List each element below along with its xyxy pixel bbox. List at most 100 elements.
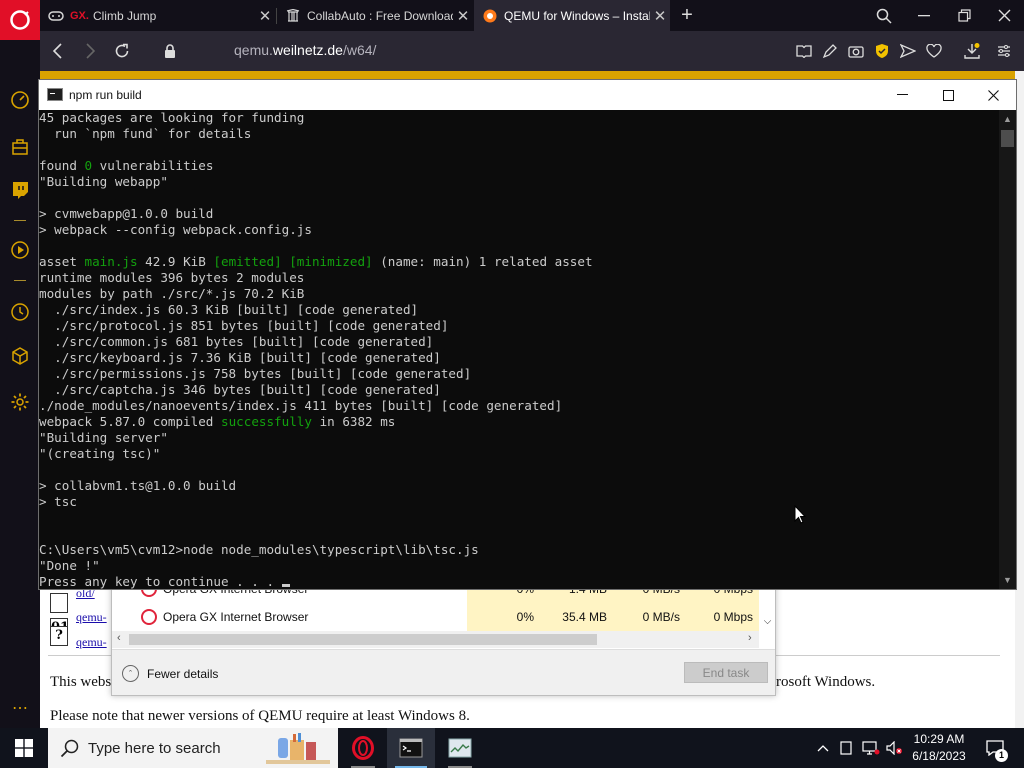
- console-scrollbar[interactable]: ▲ ▼: [999, 110, 1016, 589]
- console-line: Press any key to continue . . .: [39, 574, 999, 589]
- end-task-button[interactable]: End task: [684, 662, 768, 683]
- taskbar-clock[interactable]: 10:29 AM 6/18/2023: [906, 731, 972, 765]
- process-row[interactable]: Opera GX Internet Browser 0% 35.4 MB 0 M…: [112, 603, 759, 631]
- console-minimize-button[interactable]: [879, 80, 925, 110]
- desktop: 01 ? old/ qemu- qemu- This webs rosoft W…: [0, 0, 1024, 768]
- close-tab-icon[interactable]: ✕: [255, 7, 275, 25]
- scroll-right-icon[interactable]: ›: [748, 632, 752, 644]
- taskbar-console-icon[interactable]: [387, 728, 435, 768]
- volume-muted-icon[interactable]: [884, 728, 906, 768]
- horizontal-scrollbar[interactable]: ‹ ›: [112, 631, 759, 648]
- link-qemu-1[interactable]: qemu-: [76, 610, 107, 625]
- more-icon[interactable]: ⋯: [8, 696, 32, 720]
- console-line: "Building webapp": [39, 174, 168, 189]
- console-output[interactable]: 45 packages are looking for funding run …: [39, 110, 999, 589]
- bag-icon[interactable]: [8, 134, 32, 158]
- sidebar-divider: [14, 280, 26, 281]
- console-line: 45 packages are looking for funding: [39, 110, 305, 125]
- new-tab-button[interactable]: +: [676, 2, 698, 29]
- search-tabs-icon[interactable]: [864, 0, 904, 31]
- opera-icon: [141, 609, 157, 625]
- text-cursor: [281, 584, 290, 587]
- taskbar-opera-gx-icon[interactable]: [339, 728, 387, 768]
- opera-gx-menu-button[interactable]: [0, 0, 40, 40]
- reader-icon[interactable]: [794, 41, 814, 61]
- tab-title: QEMU for Windows – Installers: [504, 8, 650, 23]
- scrollbar-thumb[interactable]: [1001, 130, 1014, 147]
- forward-icon[interactable]: [78, 39, 102, 63]
- minimize-button[interactable]: [904, 0, 944, 31]
- archive-icon: [285, 8, 301, 24]
- console-icon: [47, 88, 63, 101]
- console-line: runtime modules 396 bytes 2 modules: [39, 270, 305, 285]
- fewer-details-button[interactable]: ˆ Fewer details: [122, 665, 218, 682]
- taskbar-task-manager-icon[interactable]: [436, 728, 484, 768]
- console-line: ./src/permissions.js 758 bytes [built] […: [39, 366, 472, 381]
- player-icon[interactable]: [8, 238, 32, 262]
- back-icon[interactable]: [46, 39, 70, 63]
- scroll-down-icon[interactable]: ▼: [999, 575, 1016, 585]
- console-title: npm run build: [69, 88, 142, 102]
- lock-icon[interactable]: [158, 39, 182, 63]
- settings-gear-icon[interactable]: [8, 390, 32, 414]
- console-line: C:\Users\vm5\cvm12>node node_modules\typ…: [39, 542, 479, 557]
- link-qemu-2[interactable]: qemu-: [76, 635, 107, 650]
- disk-cell: 0 MB/s: [613, 603, 686, 631]
- cube-icon[interactable]: [8, 344, 32, 368]
- intro-text-left: This webs: [50, 674, 112, 690]
- page-header-strip: [40, 71, 1024, 79]
- task-manager-window[interactable]: Opera GX Internet Browser 0% 1.4 MB 0 MB…: [111, 575, 776, 696]
- scrollbar-thumb[interactable]: [129, 634, 597, 645]
- scroll-left-icon[interactable]: ‹: [117, 632, 121, 644]
- console-line: ./src/captcha.js 346 bytes [built] [code…: [39, 382, 441, 397]
- address-bar: qemu.weilnetz.de/w64/: [40, 31, 1024, 71]
- action-center-button[interactable]: 1: [980, 728, 1010, 768]
- twitch-icon[interactable]: [8, 178, 32, 202]
- send-icon[interactable]: [898, 41, 918, 61]
- history-icon[interactable]: [8, 300, 32, 324]
- start-button[interactable]: [0, 728, 48, 768]
- network-icon[interactable]: [859, 728, 883, 768]
- camera-icon[interactable]: [846, 41, 866, 61]
- console-title-bar[interactable]: npm run build: [39, 80, 1016, 110]
- console-line: asset main.js 42.9 KiB [emitted] [minimi…: [39, 254, 593, 269]
- tab-climb-jump[interactable]: GX. Climb Jump ✕: [40, 0, 275, 31]
- tab-collabauto[interactable]: CollabAuto : Free Download ✕: [277, 0, 473, 31]
- close-tab-icon[interactable]: ✕: [650, 7, 670, 25]
- console-maximize-button[interactable]: [925, 80, 971, 110]
- windows-note-text: Please note that newer versions of QEMU …: [50, 708, 470, 724]
- scroll-up-icon[interactable]: ▲: [999, 114, 1016, 124]
- process-name: Opera GX Internet Browser: [163, 610, 309, 624]
- heart-icon[interactable]: [924, 41, 944, 61]
- tab-qemu[interactable]: QEMU for Windows – Installers ✕: [474, 0, 670, 31]
- console-close-button[interactable]: [970, 80, 1016, 110]
- tablet-icon[interactable]: [836, 728, 856, 768]
- restore-button[interactable]: [944, 0, 984, 31]
- cpu-cell: 0%: [467, 603, 540, 631]
- edit-icon[interactable]: [820, 41, 840, 61]
- shield-icon[interactable]: [872, 41, 892, 61]
- speed-dial-icon[interactable]: [8, 88, 32, 112]
- console-line: found 0 vulnerabilities: [39, 158, 214, 173]
- close-window-button[interactable]: [984, 0, 1024, 31]
- clock-time: 10:29 AM: [913, 732, 965, 746]
- console-line: > collabvm1.ts@1.0.0 build: [39, 478, 237, 493]
- url-field[interactable]: qemu.weilnetz.de/w64/: [234, 42, 376, 58]
- url-path: /w64/: [342, 42, 377, 58]
- fewer-details-label: Fewer details: [147, 666, 219, 681]
- search-highlight-icon[interactable]: [260, 730, 336, 766]
- easy-setup-icon[interactable]: [994, 41, 1014, 61]
- download-icon[interactable]: [962, 41, 982, 61]
- console-window[interactable]: npm run build 45 packages are looking fo…: [38, 79, 1017, 590]
- show-hidden-icons[interactable]: [812, 728, 834, 768]
- browser-sidebar: ⋯: [0, 40, 40, 728]
- console-line: "Done !": [39, 558, 100, 573]
- close-tab-icon[interactable]: ✕: [453, 7, 473, 25]
- reload-icon[interactable]: [110, 39, 134, 63]
- console-line: > tsc: [39, 494, 77, 509]
- search-icon: [60, 738, 80, 763]
- taskbar: Type here to search 10:29 AM 6/18/2023 1: [0, 728, 1024, 768]
